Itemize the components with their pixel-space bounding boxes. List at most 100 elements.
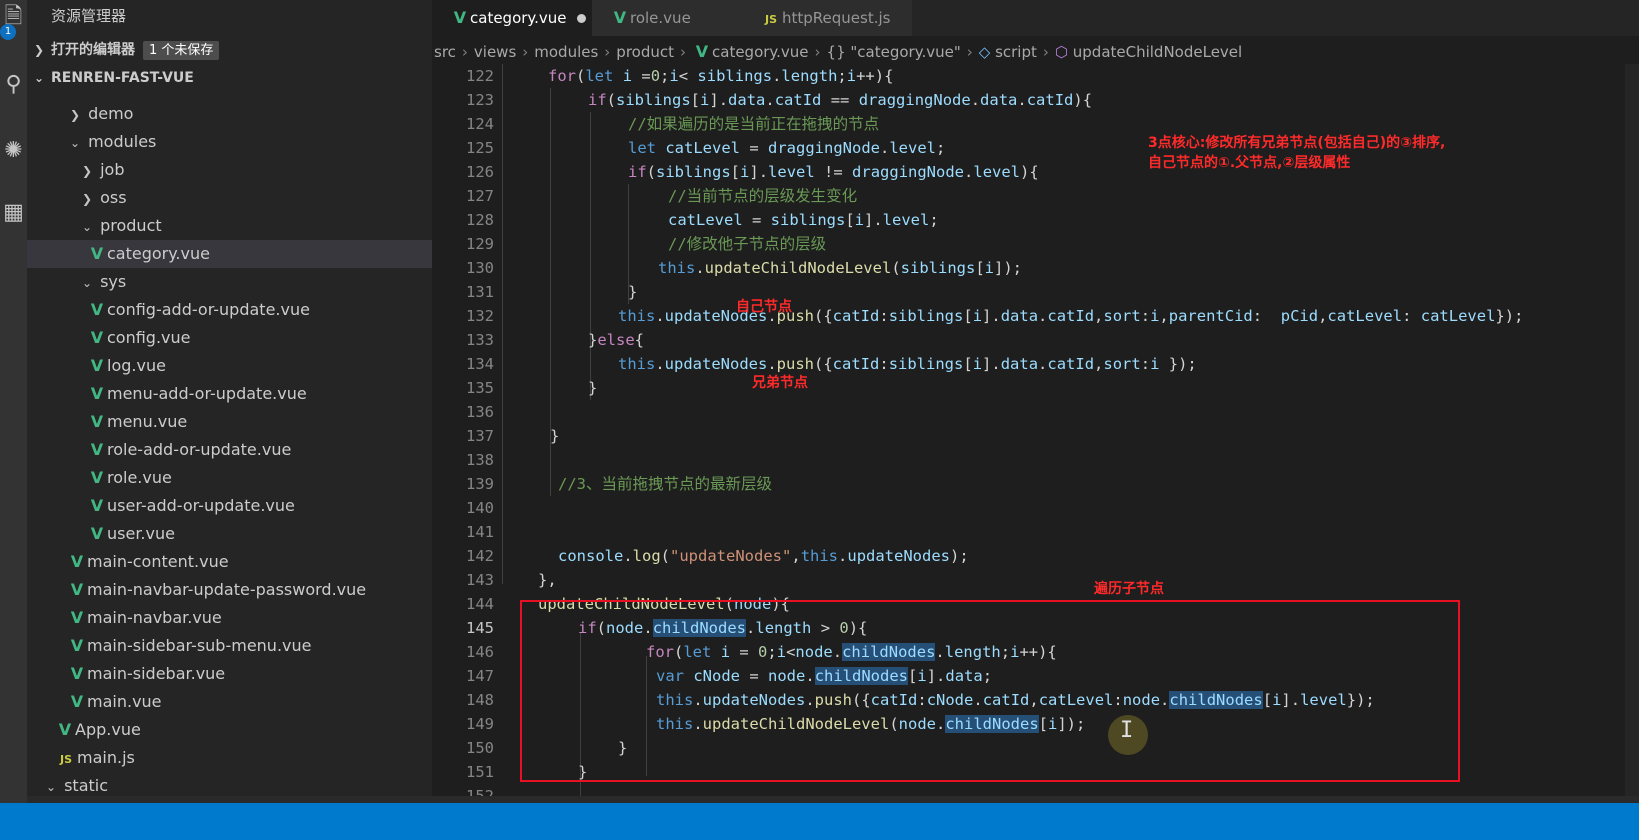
tree-file[interactable]: Vuser-add-or-update.vue [27, 492, 432, 520]
vue-file-icon: V [70, 608, 84, 627]
annotation-core-line2: 自己节点的①.父节点,②层级属性 [1148, 155, 1351, 171]
indent-guide [590, 112, 591, 400]
chevron-right-icon: ❯ [81, 192, 93, 206]
chevron-right-icon: › [680, 43, 686, 61]
vue-file-icon: V [90, 328, 104, 347]
tree-file[interactable]: Vmenu.vue [27, 408, 432, 436]
annotation-sibling-node: 兄弟节点 [752, 375, 808, 391]
tree-file[interactable]: Vconfig-add-or-update.vue [27, 296, 432, 324]
vue-file-icon: V [70, 636, 84, 655]
tree-file[interactable]: Vmain-navbar.vue [27, 604, 432, 632]
annotation-core-line1: 3点核心:修改所有兄弟节点(包括自己)的③排序, [1148, 135, 1446, 151]
tree-file[interactable]: Vmain-navbar-update-password.vue [27, 576, 432, 604]
open-editors-section[interactable]: ❯ 打开的编辑器 1 个未保存 [27, 36, 432, 64]
horizontal-scrollbar[interactable] [27, 796, 1639, 803]
js-file-icon: JS [764, 13, 777, 26]
tree-folder-modules[interactable]: ⌄ modules [27, 128, 432, 156]
tree-file[interactable]: Vmain-sidebar.vue [27, 660, 432, 688]
tree-file-category-vue[interactable]: Vcategory.vue [27, 240, 432, 268]
indent-guide [502, 64, 503, 584]
vue-file-icon: V [90, 496, 104, 515]
vue-file-icon: V [90, 300, 104, 319]
vue-file-icon: V [70, 692, 84, 711]
breadcrumb-item[interactable]: product [616, 43, 674, 61]
breadcrumb-item[interactable]: views [474, 43, 516, 61]
unsaved-dot-icon [576, 14, 586, 23]
tree-file[interactable]: JS main.js [27, 744, 432, 772]
tree-folder-sys[interactable]: ⌄ sys [27, 268, 432, 296]
vue-file-icon: V [70, 552, 84, 571]
breadcrumb-item[interactable]: script [995, 43, 1037, 61]
highlight-box [520, 600, 1460, 782]
tree-folder-product[interactable]: ⌄ product [27, 212, 432, 240]
tree-file[interactable]: Vmain.vue [27, 688, 432, 716]
vue-file-icon: V [90, 412, 104, 431]
breadcrumb-item[interactable]: category.vue [712, 43, 809, 61]
annotation-self-node: 自己节点 [736, 299, 792, 315]
extensions-icon[interactable]: ▦ [0, 198, 27, 228]
vue-file-icon: V [58, 720, 72, 739]
method-icon: ⬡ [1054, 43, 1068, 61]
vue-file-icon: V [70, 580, 84, 599]
search-icon[interactable]: ⚲ [0, 70, 27, 100]
breadcrumb-item[interactable]: updateChildNodeLevel [1073, 43, 1242, 61]
breadcrumb-item[interactable]: src [434, 43, 456, 61]
open-editors-label: 打开的编辑器 [51, 42, 135, 58]
vue-file-icon: V [90, 244, 104, 263]
chevron-down-icon: ⌄ [33, 71, 45, 85]
explorer-sidebar: 资源管理器 ❯ 打开的编辑器 1 个未保存 ⌄ RENREN-FAST-VUE ❯ d… [27, 0, 432, 840]
chevron-right-icon: ❯ [69, 108, 81, 122]
tree-file[interactable]: Vlog.vue [27, 352, 432, 380]
tree-folder-demo[interactable]: ❯ demo [27, 100, 432, 128]
chevron-right-icon: › [604, 43, 611, 61]
js-file-icon: JS [59, 753, 72, 766]
annotation-traverse-children: 遍历子节点 [1094, 581, 1164, 597]
tree-file[interactable]: V App.vue [27, 716, 432, 744]
tab-category-vue[interactable]: Vcategory.vue [432, 0, 592, 36]
vue-file-icon: V [453, 8, 467, 27]
tree-file[interactable]: Vrole-add-or-update.vue [27, 436, 432, 464]
tree-file[interactable]: Vrole.vue [27, 464, 432, 492]
editor: Vcategory.vue Vrole.vue JS httpRequest.js… [432, 0, 1639, 840]
status-bar [0, 803, 1639, 840]
tree-folder-job[interactable]: ❯ job [27, 156, 432, 184]
vue-file-icon: V [90, 356, 104, 375]
vue-file-icon: V [90, 440, 104, 459]
activity-bar: 🗎 1 ⚲ ✺ ▦ [0, 0, 27, 840]
vue-file-icon: V [90, 468, 104, 487]
project-label: RENREN-FAST-VUE [51, 70, 194, 86]
vue-file-icon: V [695, 42, 709, 61]
chevron-down-icon: ⌄ [81, 276, 93, 290]
explorer-badge: 1 [0, 24, 16, 40]
chevron-right-icon: › [461, 43, 468, 61]
vue-file-icon: V [70, 664, 84, 683]
chevron-right-icon: ❯ [81, 164, 93, 178]
explorer-title: 资源管理器 [51, 7, 127, 25]
chevron-right-icon: › [522, 43, 529, 61]
code-area[interactable]: 122 for(let i =0;i< siblings.length;i++){… [432, 64, 1639, 840]
text-cursor-icon: I [1120, 718, 1134, 743]
tree-folder-oss[interactable]: ❯ oss [27, 184, 432, 212]
chevron-right-icon: › [814, 43, 821, 61]
minimap[interactable] [1625, 64, 1639, 804]
breadcrumb-item[interactable]: {} "category.vue" [827, 43, 961, 61]
tree-file[interactable]: Vmain-content.vue [27, 548, 432, 576]
vue-file-icon: V [613, 8, 627, 27]
tab-bar: Vcategory.vue Vrole.vue JS httpRequest.js [432, 0, 1639, 36]
project-section[interactable]: ⌄ RENREN-FAST-VUE [27, 64, 432, 92]
tab-role-vue[interactable]: Vrole.vue [592, 0, 742, 36]
chevron-right-icon: ❯ [33, 43, 45, 57]
chevron-down-icon: ⌄ [69, 136, 81, 150]
debug-icon[interactable]: ✺ [0, 136, 27, 166]
breadcrumb: src › views › modules › product › Vcategory.vue ›… [432, 38, 1639, 66]
tree-file[interactable]: Vuser.vue [27, 520, 432, 548]
chevron-right-icon: › [1042, 43, 1049, 61]
tree-file[interactable]: Vmain-sidebar-sub-menu.vue [27, 632, 432, 660]
breadcrumb-item[interactable]: modules [534, 43, 598, 61]
tree-file[interactable]: Vmenu-add-or-update.vue [27, 380, 432, 408]
tree-file[interactable]: Vconfig.vue [27, 324, 432, 352]
chevron-right-icon: › [966, 43, 973, 61]
tab-httprequest-js[interactable]: JS httpRequest.js [742, 0, 912, 36]
unsaved-badge: 1 个未保存 [143, 41, 220, 60]
vue-file-icon: V [90, 384, 104, 403]
